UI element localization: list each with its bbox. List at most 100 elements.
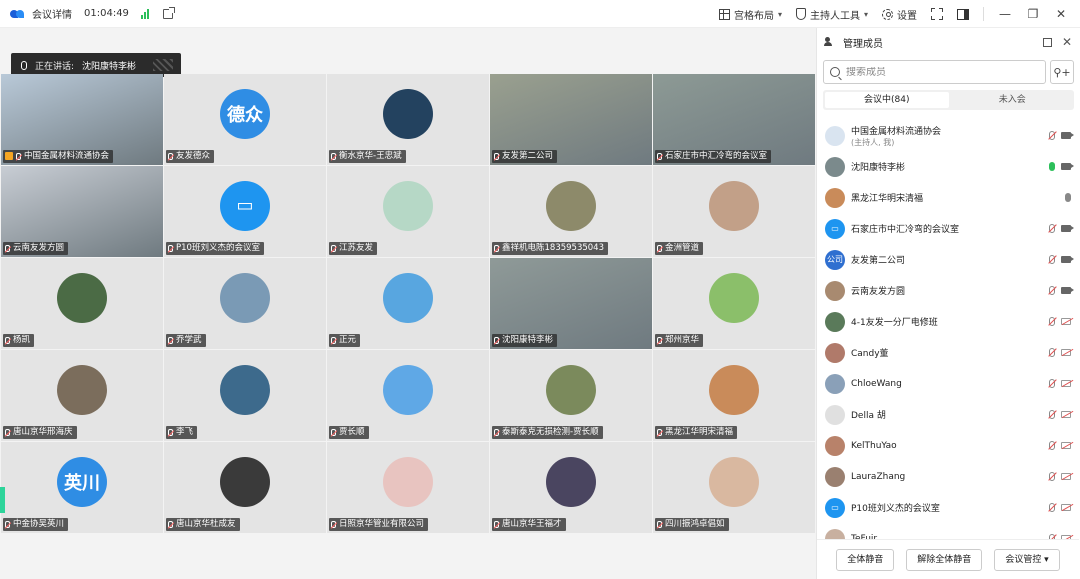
video-stage: 正在讲话: 沈阳康特李彬 中国金属材料流通协会 德众 友发德众 衡水京华-王忠斌 友发第… [0, 28, 816, 579]
member-row[interactable]: ▭ 石家庄市中汇冷弯的会议室 [817, 213, 1079, 244]
microphone-muted-icon[interactable] [1049, 410, 1055, 419]
meeting-details-link[interactable]: 会议详情 [32, 6, 72, 21]
video-tile[interactable]: 唐山京华杜成友 [164, 442, 326, 533]
camera-off-icon[interactable] [1061, 411, 1071, 418]
microphone-icon[interactable] [1049, 162, 1055, 171]
microphone-muted-icon [16, 152, 21, 160]
camera-off-icon[interactable] [1061, 504, 1071, 511]
video-tile[interactable]: 郑州京华 [653, 258, 815, 349]
camera-off-icon[interactable] [1061, 318, 1071, 325]
member-row[interactable]: LauraZhang [817, 461, 1079, 492]
video-tile[interactable]: 英川 中金协吴英川 [1, 442, 163, 533]
video-tile[interactable]: 鑫祥机电陈18359535043 [490, 166, 652, 257]
video-tile[interactable]: 贾长顺 [327, 350, 489, 441]
microphone-muted-icon [168, 244, 173, 252]
video-tile[interactable]: 友发第二公司 [490, 74, 652, 165]
member-row[interactable]: ▭ P10班刘义杰的会议室 [817, 492, 1079, 523]
member-row[interactable]: KelThuYao [817, 430, 1079, 461]
member-row[interactable]: 公司 友发第二公司 [817, 244, 1079, 275]
close-panel-icon[interactable]: ✕ [1062, 35, 1072, 49]
video-tile[interactable]: 泰斯泰克无损检测-贾长顺 [490, 350, 652, 441]
video-tile[interactable]: 唐山京华邢海庆 [1, 350, 163, 441]
participant-avatar [709, 180, 759, 231]
microphone-muted-icon[interactable] [1049, 131, 1055, 140]
video-tile[interactable]: 中国金属材料流通协会 [1, 74, 163, 165]
microphone-muted-icon[interactable] [1049, 255, 1055, 264]
video-tile[interactable]: 金洲管道 [653, 166, 815, 257]
restore-button[interactable]: ❐ [1026, 7, 1040, 21]
microphone-muted-icon[interactable] [1049, 379, 1055, 388]
member-avatar [825, 311, 845, 332]
participant-name: 唐山京华邢海庆 [13, 426, 73, 437]
meeting-control-button[interactable]: 会议管控 ▾ [994, 548, 1060, 571]
participant-avatar: 德众 [220, 88, 270, 139]
fullscreen-icon[interactable] [931, 8, 943, 20]
toggle-side-panel-icon[interactable] [957, 8, 969, 20]
mute-all-button[interactable]: 全体静音 [836, 548, 895, 571]
tab-not-joined[interactable]: 未入会 [951, 90, 1075, 110]
camera-off-icon[interactable] [1061, 349, 1071, 356]
camera-icon[interactable] [1061, 256, 1074, 263]
video-tile[interactable]: 唐山京华王福才 [490, 442, 652, 533]
grid-layout-button[interactable]: 宫格布局 ▾ [718, 7, 782, 22]
tab-in-meeting[interactable]: 会议中(84) [825, 92, 949, 108]
microphone-muted-icon[interactable] [1049, 286, 1055, 295]
camera-icon[interactable] [1061, 225, 1074, 232]
member-row[interactable]: 中国金属材料流通协会 (主持人, 我) [817, 120, 1079, 151]
camera-icon[interactable] [1061, 287, 1074, 294]
member-row[interactable]: 云南友发方圆 [817, 275, 1079, 306]
member-search-box[interactable] [823, 60, 1046, 84]
video-tile[interactable]: 云南友发方圆 [1, 166, 163, 257]
video-tile[interactable]: 江苏友发 [327, 166, 489, 257]
unmute-all-button[interactable]: 解除全体静音 [906, 548, 983, 571]
popout-icon[interactable] [1042, 37, 1052, 47]
member-row[interactable]: 黑龙江华明宋清福 [817, 182, 1079, 213]
video-tile[interactable]: 黑龙江华明宋清福 [653, 350, 815, 441]
microphone-muted-icon[interactable] [1049, 441, 1055, 450]
member-name: 友发第二公司 [851, 256, 906, 266]
microphone-icon[interactable] [1065, 193, 1071, 202]
microphone-muted-icon[interactable] [1049, 317, 1055, 326]
microphone-muted-icon[interactable] [1049, 348, 1055, 357]
video-tile[interactable]: 日照京华管业有限公司 [327, 442, 489, 533]
settings-button[interactable]: 设置 [882, 7, 917, 22]
microphone-muted-icon[interactable] [1049, 224, 1055, 233]
camera-icon[interactable] [1061, 132, 1074, 139]
member-row[interactable]: 4-1友发一分厂电修班 [817, 306, 1079, 337]
member-row[interactable]: Della 胡 [817, 399, 1079, 430]
participant-name-tag: 李飞 [166, 425, 198, 439]
video-tile[interactable]: 四川振鸿卓倡如 [653, 442, 815, 533]
member-row[interactable]: 沈阳康特李彬 [817, 151, 1079, 182]
member-row[interactable]: Candy董 [817, 337, 1079, 368]
video-tile[interactable]: 德众 友发德众 [164, 74, 326, 165]
participant-name-tag: 衡水京华-王忠斌 [329, 149, 406, 163]
microphone-muted-icon[interactable] [1049, 503, 1055, 512]
invite-user-button[interactable]: ⚲+ [1050, 60, 1074, 84]
video-tile[interactable]: 李飞 [164, 350, 326, 441]
video-tile[interactable]: 沈阳康特李彬 [490, 258, 652, 349]
close-button[interactable]: ✕ [1054, 7, 1068, 21]
signal-strength-icon[interactable] [140, 8, 149, 19]
member-search-input[interactable] [846, 66, 1026, 78]
host-tools-button[interactable]: 主持人工具 ▾ [795, 7, 868, 22]
add-user-icon: ⚲+ [1053, 65, 1071, 79]
camera-off-icon[interactable] [1061, 473, 1071, 480]
camera-off-icon[interactable] [1061, 442, 1071, 449]
video-tile[interactable]: 石家庄市中汇冷弯的会议室 [653, 74, 815, 165]
member-row[interactable]: TeFuir [817, 523, 1079, 540]
camera-icon[interactable] [1061, 163, 1074, 170]
video-tile[interactable]: 杨凯 [1, 258, 163, 349]
video-tile[interactable]: ▭ P10班刘义杰的会议室 [164, 166, 326, 257]
share-link-icon[interactable] [162, 6, 175, 19]
participant-name: 日照京华管业有限公司 [339, 518, 425, 529]
microphone-muted-icon[interactable] [1049, 472, 1055, 481]
video-tile[interactable]: 乔学武 [164, 258, 326, 349]
panel-footer: 全体静音 解除全体静音 会议管控 ▾ [817, 539, 1079, 579]
video-tile[interactable]: 衡水京华-王忠斌 [327, 74, 489, 165]
microphone-muted-icon [168, 152, 173, 160]
camera-off-icon[interactable] [1061, 380, 1071, 387]
minimize-button[interactable]: — [998, 7, 1012, 21]
member-list[interactable]: 中国金属材料流通协会 (主持人, 我) 沈阳康特李彬 黑龙江华明宋清福 ▭ 石家庄市中汇冷… [817, 120, 1079, 540]
member-row[interactable]: ChloeWang [817, 368, 1079, 399]
video-tile[interactable]: 正元 [327, 258, 489, 349]
